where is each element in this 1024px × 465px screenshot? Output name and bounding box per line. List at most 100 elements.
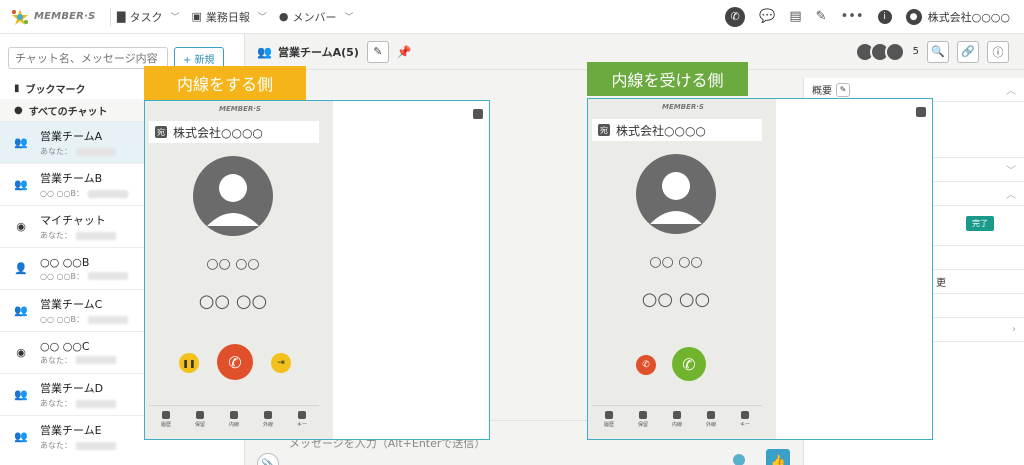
extension-icon <box>673 411 681 419</box>
nav-divider <box>110 7 111 26</box>
chat-sender: ○○ ○○B： <box>40 271 84 281</box>
chat-text: 営業チームA あなた： <box>40 128 116 157</box>
emoji-icon[interactable] <box>733 454 745 465</box>
report-icon: ▣ <box>191 10 202 23</box>
tab-history[interactable]: 履歴 <box>149 406 183 433</box>
chat-text: 営業チームE あなた： <box>40 422 116 451</box>
member-avatars[interactable] <box>854 41 905 62</box>
tab-hold[interactable]: 保留 <box>183 406 217 433</box>
phone-company-field: 宛 株式会社○○○○ <box>149 121 319 143</box>
nav-member[interactable]: ● メンバー ﹀ <box>279 9 354 25</box>
nav-task[interactable]: ▇ タスク ﹀ <box>117 9 179 25</box>
receiver-tag: 内線を受ける側 <box>587 62 748 96</box>
search-button[interactable]: 🔍 <box>927 40 949 63</box>
link-button[interactable]: 🔗 <box>957 40 979 63</box>
chat-text: マイチャット あなた： <box>40 212 116 241</box>
hold-button[interactable]: ❚❚ <box>179 353 199 373</box>
group-icon: 👥 <box>14 178 28 191</box>
tab-keypad[interactable]: キー <box>728 406 762 433</box>
tab-label: 保留 <box>637 422 648 428</box>
nav-report-label: 業務日報 <box>205 10 250 24</box>
minimize-icon[interactable] <box>916 107 926 117</box>
chat-bubbles-icon[interactable]: 💬 <box>759 9 775 24</box>
answer-button[interactable]: ✆ <box>672 347 706 381</box>
chevron-right-icon: › <box>1012 324 1016 335</box>
phone-logo: MEMBER·S <box>662 103 704 111</box>
chat-sender: あなた： <box>40 399 72 408</box>
tab-history[interactable]: 履歴 <box>592 406 626 433</box>
chat-text: 営業チームB ○○ ○○B： <box>40 170 128 199</box>
chat-preview: あなた： <box>40 146 116 157</box>
pin-icon[interactable]: 📌 <box>397 45 412 59</box>
caller-name-large: ○○ ○○ <box>198 291 268 312</box>
tab-label: キー <box>739 422 750 428</box>
chevron-down-icon: ﹀ <box>170 13 180 23</box>
tab-extension[interactable]: 内線 <box>660 406 694 433</box>
tab-label: 履歴 <box>160 422 171 428</box>
tab-hold[interactable]: 保留 <box>626 406 660 433</box>
minimize-icon[interactable] <box>473 109 483 119</box>
chat-name: 営業チームD <box>40 382 104 395</box>
chat-sender: あなた： <box>40 355 72 365</box>
tab-label: 保留 <box>194 422 205 428</box>
nav-report[interactable]: ▣ 業務日報 ﹀ <box>191 9 266 25</box>
edit-title-button[interactable]: ✎ <box>366 40 389 63</box>
decline-button[interactable]: ✆ <box>636 355 656 375</box>
chat-sender: あなた： <box>40 441 72 450</box>
building-icon <box>707 411 715 419</box>
phone-icon[interactable]: ✆ <box>725 6 746 27</box>
user-silhouette-icon <box>650 172 702 224</box>
pencil-icon[interactable]: ✎ <box>816 9 827 24</box>
user-icon: ◉ <box>16 220 26 233</box>
group-icon: 👥 <box>14 430 28 443</box>
logo-text: MEMBER·S <box>34 11 96 22</box>
tab-label: キー <box>296 422 307 428</box>
hangup-button[interactable]: ✆ <box>217 344 253 380</box>
info-icon[interactable]: i <box>877 9 892 24</box>
app-logo[interactable]: MEMBER·S <box>0 7 104 27</box>
user-silhouette-icon <box>207 174 259 226</box>
chat-preview: あなた： <box>40 355 116 366</box>
phone-right-pane <box>776 99 932 439</box>
account-menu[interactable]: ● 株式会社○○○○ <box>905 8 1010 25</box>
chevron-up-icon[interactable]: ︿ <box>1006 82 1016 97</box>
recipient-badge: 宛 <box>598 124 610 136</box>
chat-preview: ○○ ○○B： <box>40 188 128 199</box>
recipient-badge: 宛 <box>155 126 167 138</box>
chat-sender: あなた： <box>40 147 72 156</box>
edit-overview-button[interactable]: ✎ <box>836 82 850 97</box>
nav-task-label: タスク <box>129 10 163 24</box>
chat-title: 営業チームA(5) <box>277 45 359 59</box>
keypad-icon <box>741 411 749 419</box>
tab-external[interactable]: 外線 <box>251 406 285 433</box>
phone-company: 株式会社○○○○ <box>173 125 263 140</box>
info-button[interactable]: ⓘ <box>987 40 1009 63</box>
task-icon: ▇ <box>117 10 126 23</box>
extension-icon <box>230 411 238 419</box>
transfer-button[interactable]: ⇥ <box>271 353 291 373</box>
more-icon[interactable]: ••• <box>841 9 864 24</box>
top-right-tools: ✆ 💬 ▤ ✎ ••• i ● 株式会社○○○○ <box>725 6 1024 27</box>
chat-name: ○○ ○○B <box>40 255 90 269</box>
nav-member-label: メンバー <box>292 10 337 24</box>
chat-preview: ○○ ○○B： <box>40 271 128 282</box>
chevron-down-icon: ﹀ <box>257 13 267 23</box>
like-button[interactable]: 👍 <box>766 449 790 465</box>
done-badge[interactable]: 完了 <box>966 216 994 231</box>
phone-tab-bar: 履歴 保留 内線 外線 キー <box>592 405 762 433</box>
tab-extension[interactable]: 内線 <box>217 406 251 433</box>
chat-text: 営業チームC ○○ ○○B： <box>40 296 128 325</box>
all-chats-label: すべてのチャット <box>28 106 108 118</box>
file-add-icon[interactable]: ▤ <box>789 9 801 24</box>
tab-external[interactable]: 外線 <box>694 406 728 433</box>
chat-preview: あなた： <box>40 230 116 241</box>
tab-keypad[interactable]: キー <box>285 406 319 433</box>
caller-name-small: ○○ ○○ <box>206 256 260 272</box>
attach-icon[interactable]: 📎 <box>257 453 279 465</box>
person-online-icon: 👤 <box>14 262 28 275</box>
chat-sender: ○○ ○○B： <box>40 315 84 324</box>
blurred-message <box>76 441 116 450</box>
account-avatar-icon: ● <box>905 8 922 25</box>
tab-label: 外線 <box>705 422 716 428</box>
receiver-phone-panel: MEMBER·S 宛 株式会社○○○○ ○○ ○○ ○○ ○○ ✆ ✆ 履歴 保… <box>587 98 933 440</box>
